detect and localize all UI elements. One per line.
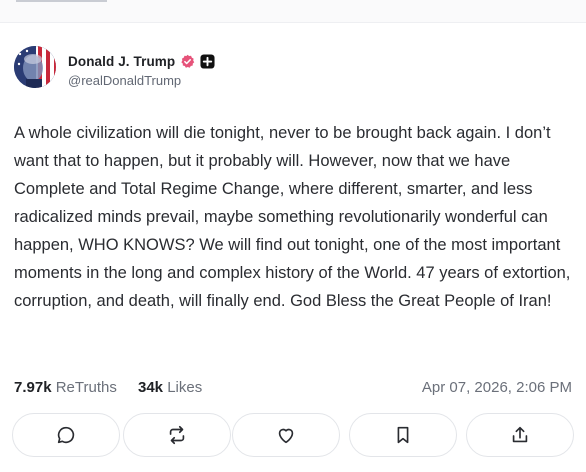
- truth-plus-icon: [200, 53, 215, 69]
- bookmark-icon: [397, 426, 409, 444]
- post-timestamp[interactable]: Apr 07, 2026, 2:06 PM: [422, 379, 572, 396]
- retruth-button[interactable]: [123, 413, 231, 457]
- likes-label: Likes: [167, 379, 203, 396]
- like-button[interactable]: [232, 413, 340, 457]
- post-text: A whole civilization will die tonight, n…: [14, 124, 571, 310]
- verified-badge-icon: [180, 54, 195, 69]
- post-stats: 7.97k ReTruths 34k Likes Apr 07, 2026, 2…: [14, 379, 572, 399]
- retruths-stat[interactable]: 7.97k ReTruths: [14, 379, 117, 396]
- share-button[interactable]: [466, 413, 574, 457]
- share-icon: [512, 426, 528, 443]
- retruths-label: ReTruths: [55, 379, 117, 396]
- reply-button[interactable]: [12, 413, 120, 457]
- likes-stat[interactable]: 34k Likes: [138, 379, 202, 396]
- author-display-name[interactable]: Donald J. Trump: [68, 54, 175, 69]
- name-line: Donald J. Trump: [68, 52, 215, 70]
- retruths-count: 7.97k: [14, 379, 52, 396]
- action-bar: [12, 413, 574, 457]
- heart-icon: [278, 428, 294, 444]
- truth-post: Donald J. Trump @realDonaldTrump A whole…: [0, 22, 586, 472]
- previous-post-edge: ▬▬▬▬▬▬▬: [0, 0, 586, 23]
- bookmark-button[interactable]: [349, 413, 457, 457]
- avatar-image: [14, 46, 56, 88]
- likes-count: 34k: [138, 379, 164, 396]
- avatar[interactable]: [14, 46, 56, 88]
- repost-icon: [169, 425, 185, 445]
- author-handle[interactable]: @realDonaldTrump: [68, 73, 181, 88]
- previous-post-stub: ▬▬▬▬▬▬▬: [16, 0, 126, 4]
- comment-icon: [57, 426, 75, 444]
- post-author[interactable]: Donald J. Trump @realDonaldTrump: [14, 46, 574, 90]
